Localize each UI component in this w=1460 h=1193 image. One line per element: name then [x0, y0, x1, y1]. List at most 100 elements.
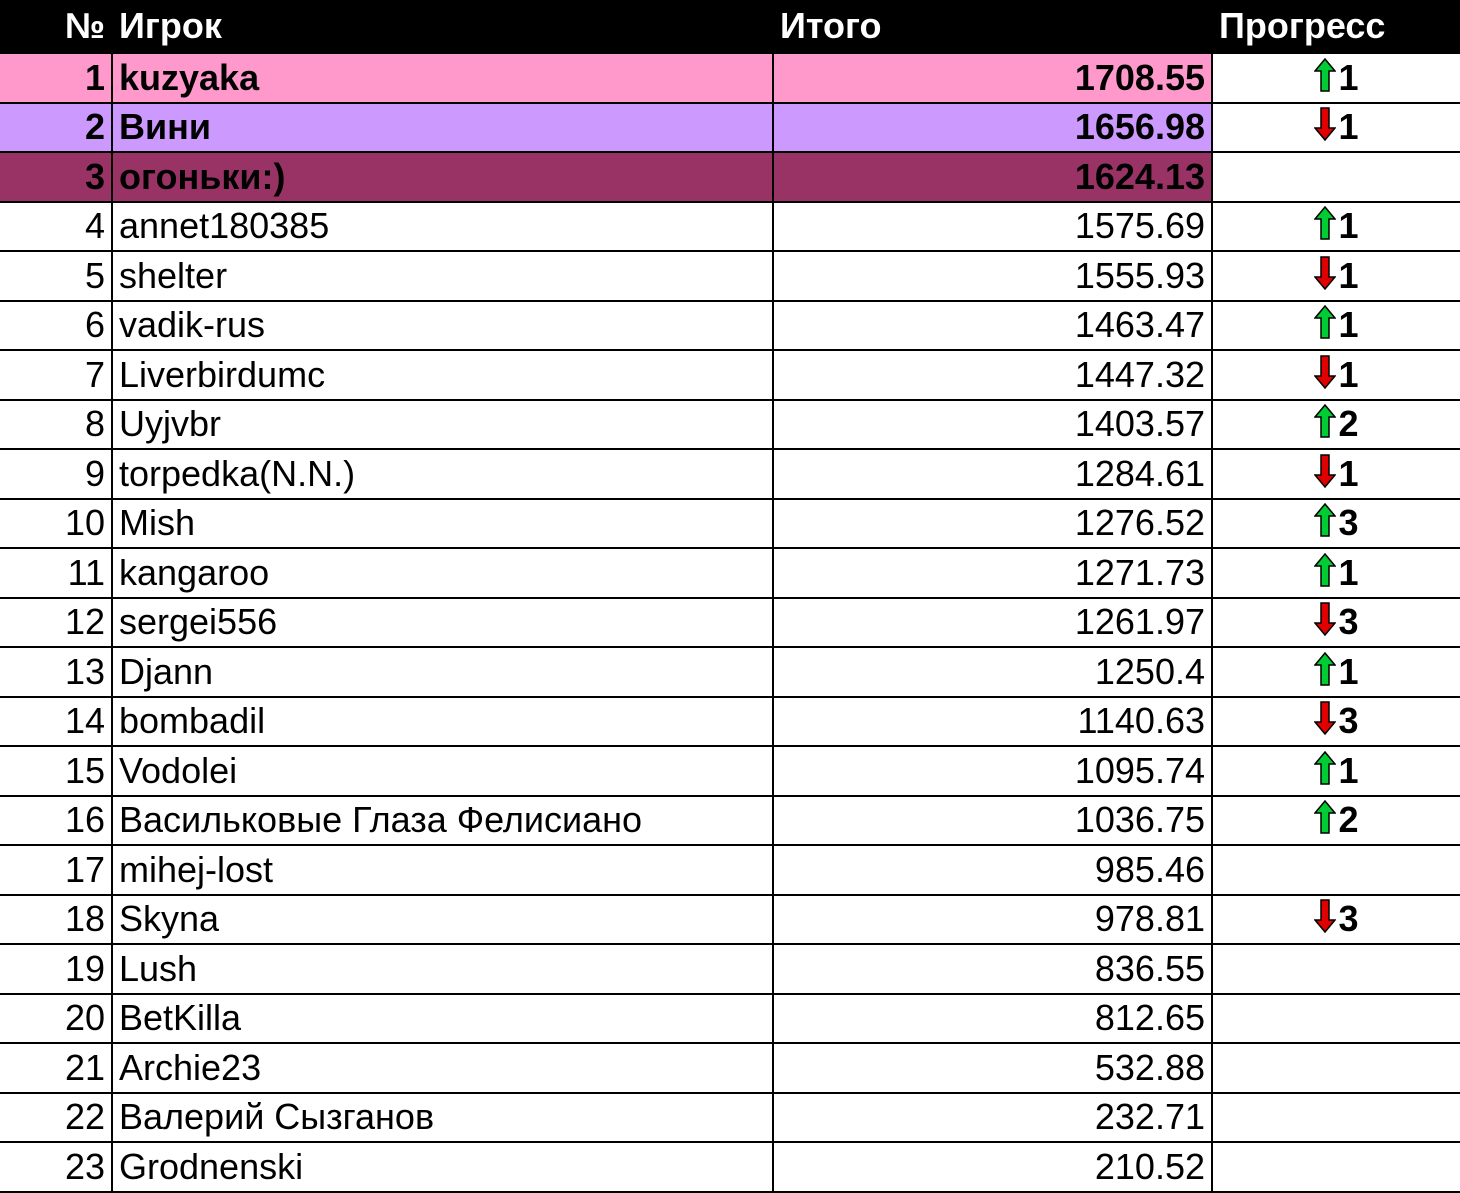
cell-player: Васильковые Глаза Фелисиано — [111, 795, 774, 846]
arrow-down-icon — [1313, 701, 1338, 741]
arrow-up-icon — [1313, 800, 1338, 840]
table-row: 4 annet180385 1575.69 1 — [0, 201, 1460, 252]
cell-player: kuzyaka — [111, 53, 774, 104]
cell-progress — [1211, 1092, 1460, 1143]
cell-total: 1403.57 — [772, 399, 1213, 450]
arrow-down-icon — [1313, 355, 1338, 395]
cell-total: 1624.13 — [772, 152, 1213, 203]
cell-progress — [1211, 845, 1460, 896]
cell-rank: 1 — [0, 53, 113, 104]
table-row: 15 Vodolei 1095.74 1 — [0, 746, 1460, 797]
table-row: 3 огоньки:) 1624.13 — [0, 152, 1460, 203]
progress-delta: 1 — [1338, 551, 1359, 593]
cell-progress — [1211, 993, 1460, 1044]
arrow-down-icon — [1313, 256, 1338, 296]
cell-progress — [1211, 1043, 1460, 1094]
col-header-total: Итого — [772, 0, 1213, 54]
table-row: 16 Васильковые Глаза Фелисиано 1036.75 2 — [0, 795, 1460, 846]
cell-player: annet180385 — [111, 201, 774, 252]
table-row: 18 Skyna 978.81 3 — [0, 894, 1460, 945]
cell-progress: 2 — [1211, 399, 1460, 450]
cell-rank: 15 — [0, 746, 113, 797]
cell-player: Vodolei — [111, 746, 774, 797]
cell-player: огоньки:) — [111, 152, 774, 203]
cell-rank: 4 — [0, 201, 113, 252]
cell-player: Archie23 — [111, 1043, 774, 1094]
arrow-down-icon — [1313, 107, 1338, 147]
cell-total: 232.71 — [772, 1092, 1213, 1143]
cell-total: 1250.4 — [772, 647, 1213, 698]
cell-rank: 11 — [0, 548, 113, 599]
cell-total: 1575.69 — [772, 201, 1213, 252]
cell-rank: 6 — [0, 300, 113, 351]
table-row: 11 kangaroo 1271.73 1 — [0, 548, 1460, 599]
table-row: 6 vadik-rus 1463.47 1 — [0, 300, 1460, 351]
cell-player: BetKilla — [111, 993, 774, 1044]
cell-player: Skyna — [111, 894, 774, 945]
cell-progress: 1 — [1211, 300, 1460, 351]
arrow-up-icon — [1313, 503, 1338, 543]
progress-delta: 3 — [1338, 700, 1359, 742]
cell-progress: 1 — [1211, 251, 1460, 302]
cell-total: 1140.63 — [772, 696, 1213, 747]
progress-delta: 1 — [1338, 304, 1359, 346]
progress-delta: 2 — [1338, 799, 1359, 841]
cell-progress: 1 — [1211, 449, 1460, 500]
cell-total: 836.55 — [772, 944, 1213, 995]
arrow-up-icon — [1313, 552, 1338, 593]
arrow-up-icon — [1313, 651, 1338, 692]
progress-delta: 1 — [1338, 106, 1359, 148]
progress-delta: 3 — [1338, 898, 1359, 940]
cell-rank: 17 — [0, 845, 113, 896]
progress-delta: 3 — [1338, 502, 1359, 544]
table-row: 9 torpedka(N.N.) 1284.61 1 — [0, 449, 1460, 500]
table-row: 2 Вини 1656.98 1 — [0, 102, 1460, 153]
cell-rank: 10 — [0, 498, 113, 549]
table-row: 21 Archie23 532.88 — [0, 1043, 1460, 1094]
cell-player: Вини — [111, 102, 774, 153]
cell-total: 1463.47 — [772, 300, 1213, 351]
cell-progress: 1 — [1211, 350, 1460, 401]
progress-delta: 1 — [1338, 254, 1359, 296]
arrow-down-icon — [1313, 602, 1338, 642]
cell-progress: 3 — [1211, 894, 1460, 945]
table-row: 1 kuzyaka 1708.55 1 — [0, 53, 1460, 104]
progress-delta: 3 — [1338, 601, 1359, 643]
arrow-up-icon — [1313, 206, 1338, 246]
cell-progress: 1 — [1211, 53, 1460, 104]
cell-total: 1708.55 — [772, 53, 1213, 104]
cell-total: 985.46 — [772, 845, 1213, 896]
cell-progress: 1 — [1211, 102, 1460, 153]
cell-player: Uyjvbr — [111, 399, 774, 450]
progress-delta: 1 — [1338, 749, 1359, 791]
progress-delta: 1 — [1338, 452, 1359, 494]
cell-total: 1261.97 — [772, 597, 1213, 648]
cell-total: 1095.74 — [772, 746, 1213, 797]
arrow-up-icon — [1313, 57, 1338, 98]
cell-total: 1276.52 — [772, 498, 1213, 549]
header-row: № Игрок Итого Прогресс — [0, 0, 1460, 54]
col-header-progress: Прогресс — [1211, 0, 1460, 54]
cell-rank: 16 — [0, 795, 113, 846]
table-row: 13 Djann 1250.4 1 — [0, 647, 1460, 698]
progress-delta: 1 — [1338, 353, 1359, 395]
cell-progress: 1 — [1211, 746, 1460, 797]
cell-player: vadik-rus — [111, 300, 774, 351]
cell-rank: 5 — [0, 251, 113, 302]
cell-rank: 7 — [0, 350, 113, 401]
table-row: 5 shelter 1555.93 1 — [0, 251, 1460, 302]
progress-delta: 1 — [1338, 205, 1359, 247]
cell-progress — [1211, 152, 1460, 203]
arrow-down-icon — [1313, 899, 1338, 939]
cell-total: 1447.32 — [772, 350, 1213, 401]
table-row: 19 Lush 836.55 — [0, 944, 1460, 995]
cell-player: Валерий Сызганов — [111, 1092, 774, 1143]
cell-total: 1656.98 — [772, 102, 1213, 153]
cell-rank: 20 — [0, 993, 113, 1044]
arrow-up-icon — [1313, 305, 1338, 345]
cell-player: Liverbirdumc — [111, 350, 774, 401]
standings-table: № Игрок Итого Прогресс 1 kuzyaka 1708.55 1 2… — [0, 0, 1460, 1193]
cell-rank: 18 — [0, 894, 113, 945]
cell-player: Grodnenski — [111, 1142, 774, 1193]
col-header-rank: № — [0, 0, 113, 54]
